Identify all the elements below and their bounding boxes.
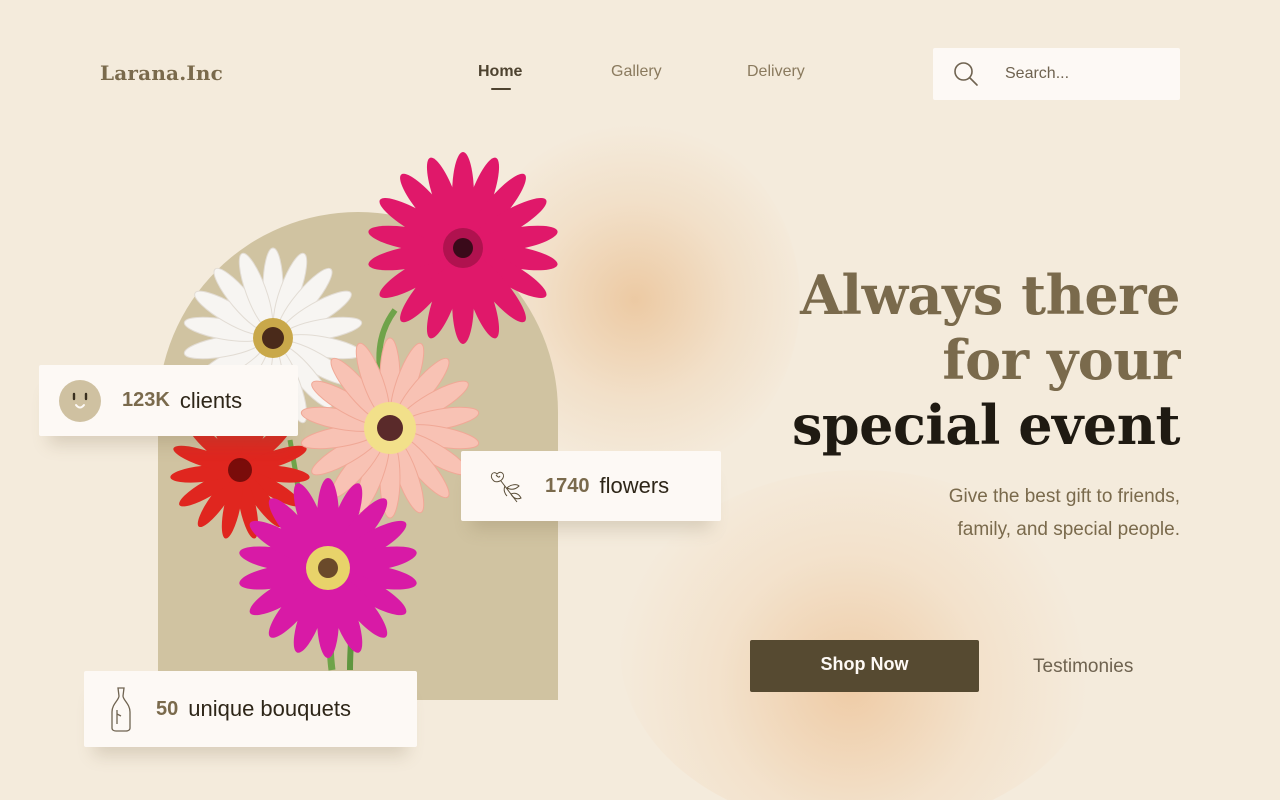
stat-bouquets-label: unique bouquets bbox=[188, 696, 351, 721]
hero-subtitle-line-2: family, and special people. bbox=[957, 519, 1181, 540]
nav-active-indicator bbox=[491, 88, 511, 90]
smiley-icon bbox=[59, 379, 101, 422]
stat-card-flowers: 1740 flowers bbox=[461, 451, 721, 521]
flower-sketch-icon bbox=[490, 471, 522, 503]
search-icon[interactable] bbox=[953, 61, 979, 87]
brand-logo[interactable]: Larana.Inc bbox=[100, 61, 223, 85]
nav-gallery[interactable]: Gallery bbox=[611, 63, 662, 81]
nav-home[interactable]: Home bbox=[478, 63, 522, 81]
hero-title-line-3: special event bbox=[791, 393, 1181, 457]
hero-title-line-1: Always there bbox=[800, 263, 1180, 327]
stat-flowers-label: flowers bbox=[599, 473, 670, 498]
nav-delivery[interactable]: Delivery bbox=[747, 63, 805, 81]
hero-subtitle-line-1: Give the best gift to friends, bbox=[948, 486, 1180, 507]
shop-now-button[interactable]: Shop Now bbox=[750, 640, 979, 692]
stat-card-clients: 123K clients bbox=[39, 365, 298, 436]
hero-title-line-2: for your bbox=[942, 328, 1180, 392]
stat-clients-label: clients bbox=[179, 387, 243, 413]
vase-icon bbox=[111, 687, 131, 732]
testimonies-link[interactable]: Testimonies bbox=[1033, 656, 1133, 678]
search-input[interactable] bbox=[1005, 62, 1165, 86]
stat-clients-value: 123K bbox=[122, 389, 170, 411]
search-box[interactable] bbox=[933, 48, 1180, 100]
stat-flowers-value: 1740 bbox=[545, 474, 590, 497]
stat-card-bouquets: 50 unique bouquets bbox=[84, 671, 417, 747]
stat-bouquets-value: 50 bbox=[156, 697, 179, 720]
